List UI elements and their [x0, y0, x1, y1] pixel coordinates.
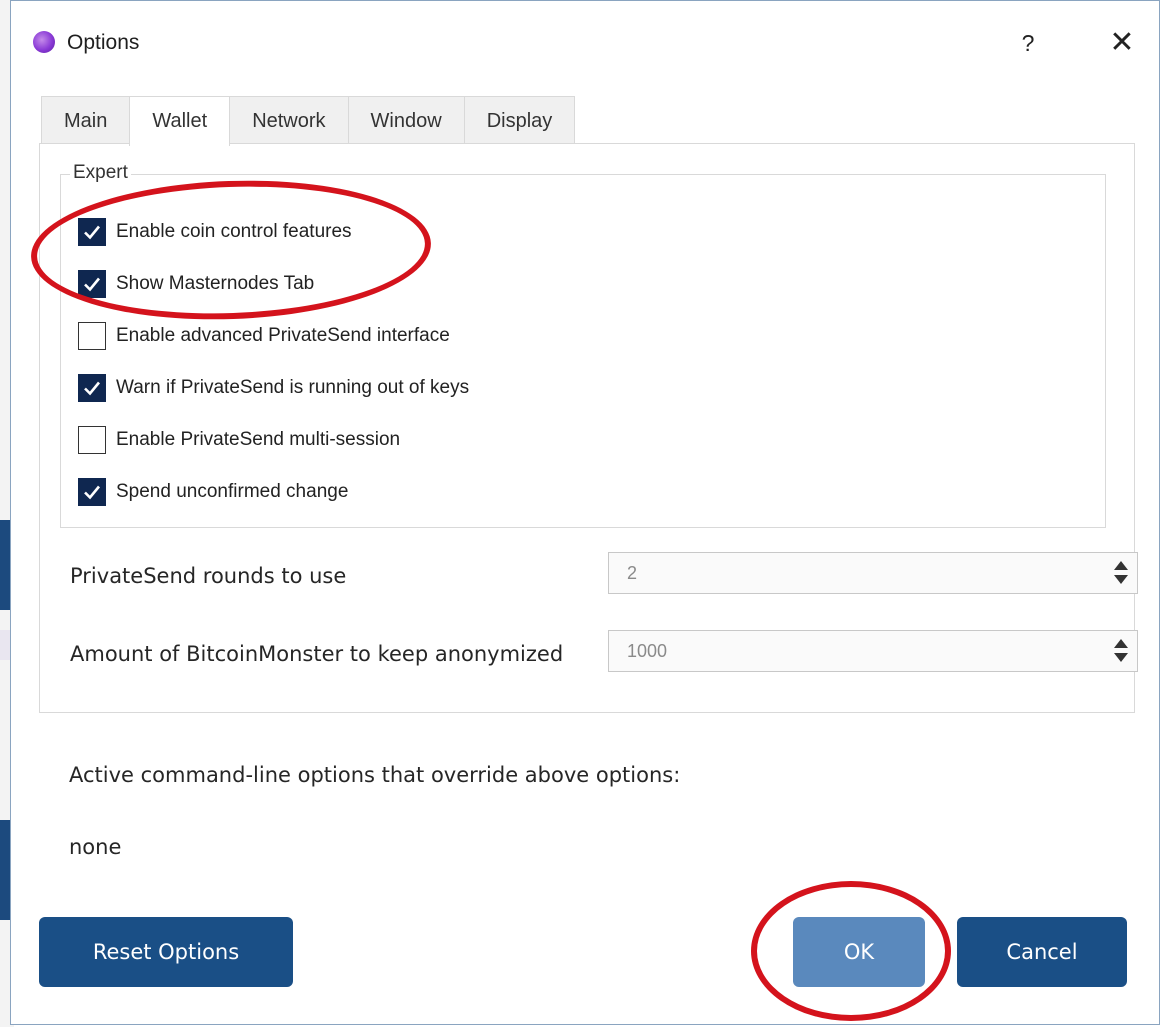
options-dialog: Options ? ✕ Main Wallet Network Window D… [10, 0, 1160, 1025]
spin-up-icon[interactable] [1114, 639, 1128, 648]
checkbox[interactable] [78, 270, 106, 298]
rounds-spinbox[interactable] [608, 552, 1138, 594]
spin-down-icon[interactable] [1114, 575, 1128, 584]
checkbox[interactable] [78, 218, 106, 246]
reset-options-button[interactable]: Reset Options [39, 917, 293, 987]
option-multi-session[interactable]: Enable PrivateSend multi-session [78, 424, 400, 456]
option-label: Show Masternodes Tab [116, 273, 315, 294]
option-spend-unconfirmed[interactable]: Spend unconfirmed change [78, 476, 348, 508]
close-button[interactable]: ✕ [1104, 23, 1140, 63]
tab-network[interactable]: Network [229, 96, 349, 144]
option-advanced-privatesend[interactable]: Enable advanced PrivateSend interface [78, 320, 450, 352]
checkbox[interactable] [78, 374, 106, 402]
tab-wallet[interactable]: Wallet [129, 96, 231, 146]
tab-main[interactable]: Main [41, 96, 131, 144]
window-title: Options [67, 31, 140, 54]
rounds-input[interactable] [609, 553, 1089, 593]
option-label: Warn if PrivateSend is running out of ke… [116, 377, 470, 398]
amount-label: Amount of BitcoinMonster to keep anonymi… [70, 642, 564, 666]
checkbox[interactable] [78, 322, 106, 350]
checkbox[interactable] [78, 478, 106, 506]
amount-spin-arrows[interactable] [1113, 637, 1129, 665]
app-logo-icon [33, 31, 55, 53]
wallet-tab-pane: Expert Enable coin control features Show… [39, 143, 1138, 713]
checkbox[interactable] [78, 426, 106, 454]
spin-down-icon[interactable] [1114, 653, 1128, 662]
spin-up-icon[interactable] [1114, 561, 1128, 570]
tab-bar: Main Wallet Network Window Display [41, 96, 576, 146]
amount-input[interactable] [609, 631, 1089, 671]
cancel-button[interactable]: Cancel [957, 917, 1127, 987]
override-value: none [69, 835, 122, 859]
option-coin-control[interactable]: Enable coin control features [78, 216, 352, 248]
option-masternodes-tab[interactable]: Show Masternodes Tab [78, 268, 314, 300]
help-button[interactable]: ? [1013, 25, 1043, 61]
ok-button[interactable]: OK [793, 917, 925, 987]
expert-group-title: Expert [70, 162, 131, 184]
override-description: Active command-line options that overrid… [69, 763, 681, 787]
title-bar[interactable]: Options ? ✕ [11, 1, 1159, 83]
amount-spinbox[interactable] [608, 630, 1138, 672]
tab-window[interactable]: Window [347, 96, 465, 144]
option-label: Enable advanced PrivateSend interface [116, 325, 450, 346]
tab-display[interactable]: Display [463, 96, 576, 144]
rounds-label: PrivateSend rounds to use [70, 564, 347, 588]
option-label: Spend unconfirmed change [116, 481, 349, 502]
option-warn-keys[interactable]: Warn if PrivateSend is running out of ke… [78, 372, 469, 404]
option-label: Enable coin control features [116, 221, 352, 242]
option-label: Enable PrivateSend multi-session [116, 429, 401, 450]
rounds-spin-arrows[interactable] [1113, 559, 1129, 587]
